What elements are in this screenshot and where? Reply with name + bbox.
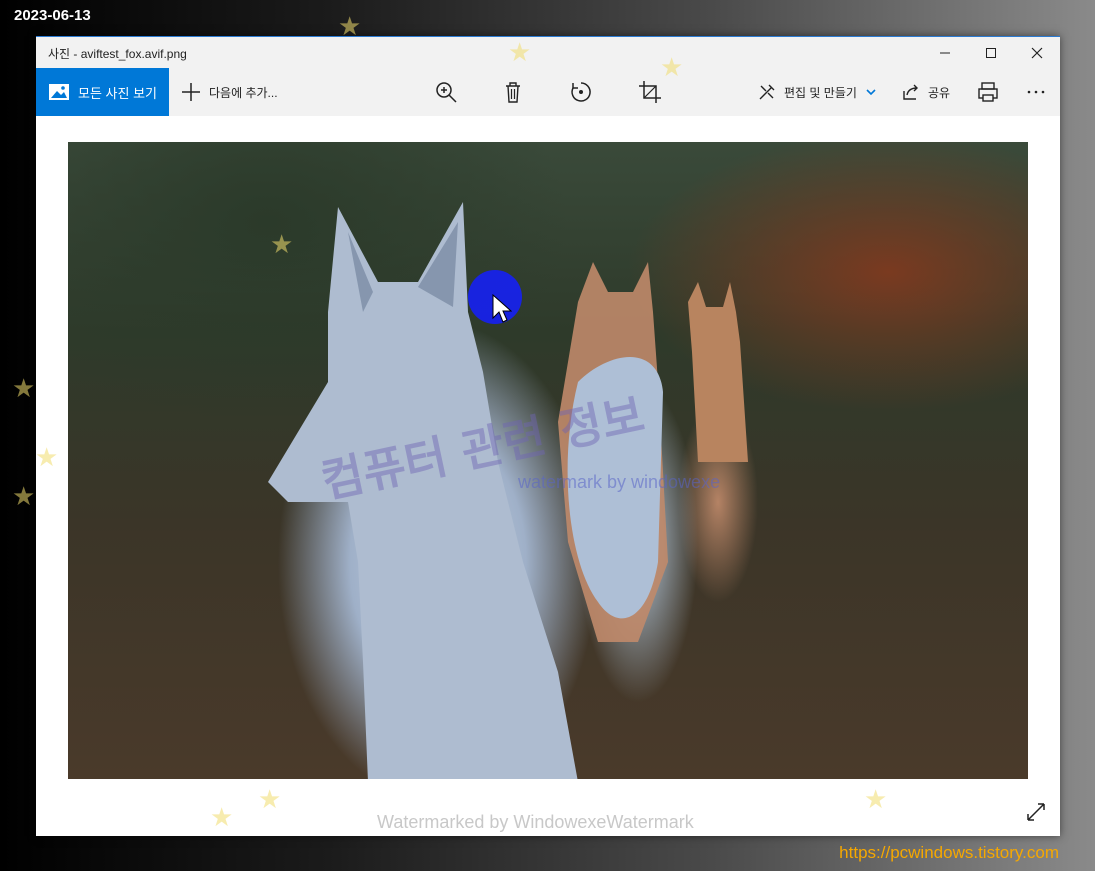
minimize-button[interactable]: [922, 37, 968, 68]
more-icon: [1027, 90, 1045, 94]
delete-icon: [506, 82, 520, 103]
maximize-button[interactable]: [968, 37, 1014, 68]
close-icon: [1031, 47, 1043, 58]
edit-create-button[interactable]: 편집 및 만들기: [758, 68, 877, 116]
more-button[interactable]: [1024, 80, 1048, 104]
star-decoration: ★: [210, 803, 234, 833]
print-button[interactable]: [976, 80, 1000, 104]
star-decoration: ★: [270, 230, 294, 260]
edit-icon: [759, 84, 775, 100]
site-url[interactable]: https://pcwindows.tistory.com: [839, 843, 1059, 863]
plus-icon: [182, 83, 200, 101]
zoom-button[interactable]: [434, 80, 458, 104]
rotate-button[interactable]: [569, 80, 593, 104]
star-decoration: ★: [35, 443, 59, 473]
crop-button[interactable]: [638, 80, 662, 104]
share-icon: [903, 84, 918, 100]
crop-icon: [639, 81, 661, 103]
fullscreen-button[interactable]: [1026, 802, 1046, 822]
star-decoration: ★: [660, 53, 684, 83]
delete-button[interactable]: [501, 80, 525, 104]
watermark-english: watermark by windowexe: [518, 472, 721, 492]
all-photos-label: 모든 사진 보기: [78, 85, 157, 101]
star-decoration: ★: [12, 374, 36, 404]
toolbar: 모든 사진 보기 다음에 추가... 편집 및 만들기 공유: [36, 68, 1060, 116]
photo-viewer-image[interactable]: 컴퓨터 관련 정보 watermark by windowexe: [68, 142, 1028, 779]
zoom-icon: [436, 82, 457, 103]
star-decoration: ★: [864, 785, 888, 815]
close-button[interactable]: [1014, 37, 1060, 68]
chevron-down-icon: [866, 89, 876, 96]
star-decoration: ★: [338, 12, 362, 42]
minimize-icon: [940, 52, 950, 53]
all-photos-button[interactable]: 모든 사진 보기: [36, 68, 169, 116]
share-button[interactable]: 공유: [902, 68, 950, 116]
maximize-icon: [986, 47, 996, 58]
add-to-button[interactable]: 다음에 추가...: [181, 68, 278, 116]
mouse-cursor-icon: [492, 294, 512, 323]
date-stamp: 2023-06-13: [14, 7, 91, 24]
print-icon: [978, 82, 998, 102]
footer-watermark: Watermarked by WindowexeWatermark: [377, 812, 694, 832]
title-bar[interactable]: 사진 - aviftest_fox.avif.png: [36, 37, 1060, 68]
star-decoration: ★: [508, 38, 532, 68]
edit-create-label: 편집 및 만들기: [784, 85, 857, 100]
fox-statue-back: [688, 282, 748, 462]
photo-icon: [49, 84, 69, 100]
add-to-label: 다음에 추가...: [209, 85, 278, 100]
star-decoration: ★: [12, 482, 36, 512]
rotate-icon: [571, 82, 591, 102]
window-title: 사진 - aviftest_fox.avif.png: [48, 47, 187, 61]
star-decoration: ★: [258, 785, 282, 815]
photos-app-window: 사진 - aviftest_fox.avif.png 모든 사진 보기 다음에 …: [36, 36, 1060, 836]
share-label: 공유: [928, 85, 951, 100]
